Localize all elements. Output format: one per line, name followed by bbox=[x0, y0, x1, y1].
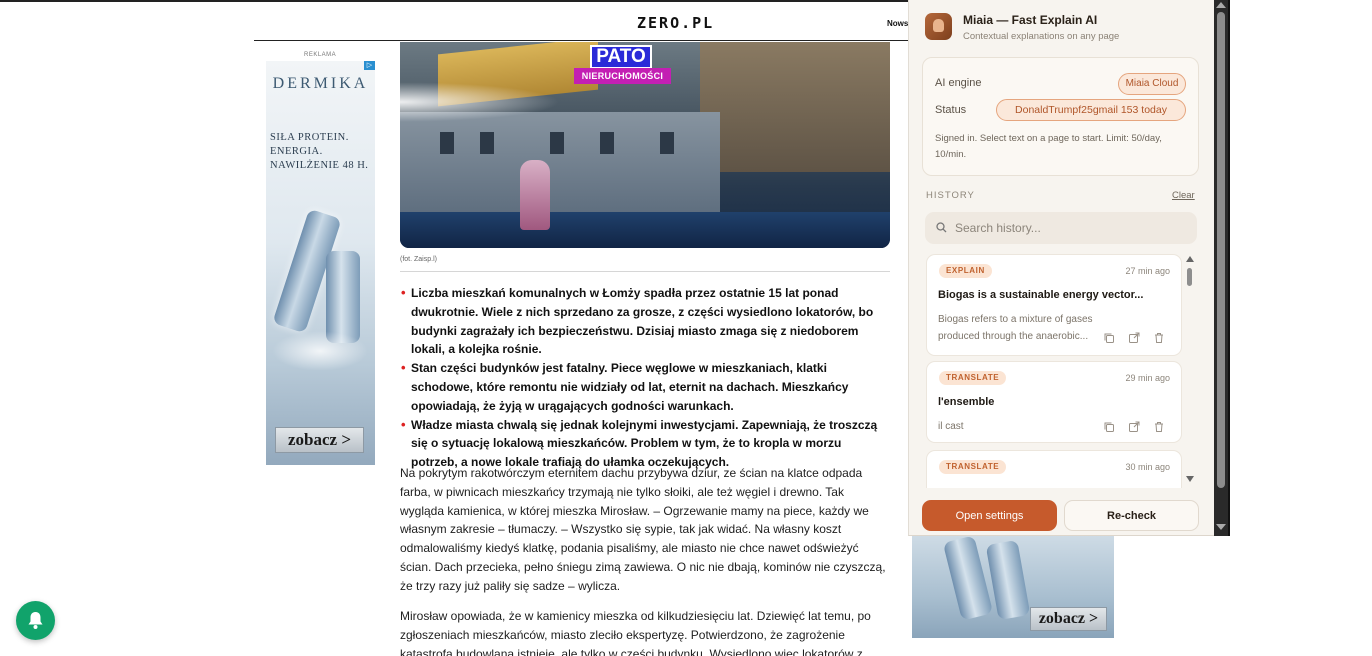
ad-choices-icon[interactable]: ▷ bbox=[364, 61, 375, 70]
history-item[interactable]: EXPLAIN 27 min ago Biogas is a sustainab… bbox=[926, 254, 1182, 356]
open-settings-button[interactable]: Open settings bbox=[922, 500, 1057, 531]
history-list: EXPLAIN 27 min ago Biogas is a sustainab… bbox=[922, 252, 1185, 488]
open-external-icon[interactable] bbox=[1128, 331, 1142, 345]
trash-icon[interactable] bbox=[1153, 420, 1167, 434]
image-caption: (fot. Zaisp.l) bbox=[400, 256, 437, 263]
panel-title: Miaia — Fast Explain AI bbox=[963, 13, 1098, 27]
history-snippet: il cast bbox=[938, 421, 964, 432]
history-time: 27 min ago bbox=[1125, 266, 1170, 276]
trash-icon[interactable] bbox=[1153, 331, 1167, 345]
ad-cta-button[interactable]: zobacz > bbox=[1030, 607, 1107, 631]
engine-label: AI engine bbox=[935, 77, 982, 89]
hero-light bbox=[400, 82, 560, 122]
article-paragraph: Na pokrytym rakotwórczym eternitem dachu… bbox=[400, 466, 886, 593]
copy-icon[interactable] bbox=[1103, 420, 1117, 434]
lead-bullet: Stan części budynków jest fatalny. Piece… bbox=[400, 359, 890, 415]
ad-label: REKLAMA bbox=[304, 52, 337, 58]
ad-tagline: SIŁA PROTEIN. ENERGIA. NAWILŻENIE 48 H. bbox=[270, 132, 369, 171]
ad-banner-right[interactable]: zobacz > bbox=[912, 534, 1114, 638]
bell-icon bbox=[28, 612, 43, 629]
history-tag: TRANSLATE bbox=[939, 460, 1007, 474]
history-actions bbox=[1103, 331, 1173, 345]
scroll-up-arrow[interactable] bbox=[1216, 2, 1226, 8]
clear-history-link[interactable]: Clear bbox=[1172, 190, 1195, 201]
panel-scrollbar[interactable] bbox=[1214, 0, 1228, 536]
scrollbar-thumb[interactable] bbox=[1217, 12, 1225, 488]
history-actions bbox=[1103, 420, 1173, 434]
history-heading: HISTORY bbox=[926, 190, 975, 201]
header-divider bbox=[254, 40, 910, 41]
caption-divider bbox=[400, 271, 890, 272]
ad-product-image bbox=[985, 539, 1031, 621]
engine-badge[interactable]: Miaia Cloud bbox=[1118, 73, 1186, 95]
hero-badge-subtitle: NIERUCHOMOŚCI bbox=[574, 68, 671, 84]
ad-splash-image bbox=[272, 331, 368, 371]
article-lead-bullets: Liczba mieszkań komunalnych w Łomży spad… bbox=[400, 284, 890, 472]
history-time: 29 min ago bbox=[1125, 373, 1170, 383]
history-tag: EXPLAIN bbox=[939, 264, 992, 278]
search-icon bbox=[936, 222, 947, 233]
hero-badge-title: PATO bbox=[590, 45, 652, 69]
copy-icon[interactable] bbox=[1103, 331, 1117, 345]
history-search[interactable] bbox=[925, 212, 1197, 244]
hero-ground bbox=[400, 212, 890, 248]
open-external-icon[interactable] bbox=[1128, 420, 1142, 434]
panel-subtitle: Contextual explanations on any page bbox=[963, 31, 1120, 42]
ad-brand: DERMIKA bbox=[272, 75, 369, 92]
notification-bell-button[interactable] bbox=[16, 601, 55, 640]
scroll-down-arrow[interactable] bbox=[1186, 476, 1194, 482]
status-label: Status bbox=[935, 104, 967, 116]
history-time: 30 min ago bbox=[1125, 462, 1170, 472]
nav-item-news[interactable]: Nows bbox=[887, 19, 908, 28]
recheck-button[interactable]: Re-check bbox=[1064, 500, 1199, 531]
history-scrollbar[interactable] bbox=[1185, 256, 1195, 484]
lead-bullet: Liczba mieszkań komunalnych w Łomży spad… bbox=[400, 284, 890, 359]
scroll-down-arrow[interactable] bbox=[1216, 524, 1226, 530]
history-snippet: Biogas refers to a mixture of gases prod… bbox=[938, 314, 1093, 342]
app-logo-icon bbox=[925, 13, 952, 40]
hero-building bbox=[400, 112, 720, 222]
hero-cyclist bbox=[520, 160, 550, 230]
ad-product-image bbox=[942, 535, 994, 621]
page-edge bbox=[1228, 0, 1230, 536]
history-item[interactable]: TRANSLATE 29 min ago l'ensemble il cast bbox=[926, 361, 1182, 443]
ad-cta-button[interactable]: zobacz > bbox=[275, 427, 364, 453]
history-tag: TRANSLATE bbox=[939, 371, 1007, 385]
status-badge: DonaldTrumpf25gmail 153 today bbox=[996, 99, 1186, 121]
history-item[interactable]: TRANSLATE 30 min ago bbox=[926, 450, 1182, 488]
status-note: Signed in. Select text on a page to star… bbox=[935, 133, 1162, 160]
article-paragraph: Mirosław opowiada, że w kamienicy mieszk… bbox=[400, 609, 871, 656]
scrollbar-thumb[interactable] bbox=[1187, 268, 1192, 286]
site-logo[interactable]: ZERO.PL bbox=[637, 14, 714, 32]
ad-banner-left[interactable]: ▷ DERMIKA SIŁA PROTEIN. ENERGIA. NAWILŻE… bbox=[266, 61, 375, 465]
search-input[interactable] bbox=[955, 212, 1191, 244]
ad-product-image bbox=[326, 251, 360, 343]
scroll-up-arrow[interactable] bbox=[1186, 256, 1194, 262]
hero-wall bbox=[700, 42, 890, 172]
history-title: Biogas is a sustainable energy vector... bbox=[938, 289, 1144, 301]
history-title: l'ensemble bbox=[938, 396, 995, 408]
